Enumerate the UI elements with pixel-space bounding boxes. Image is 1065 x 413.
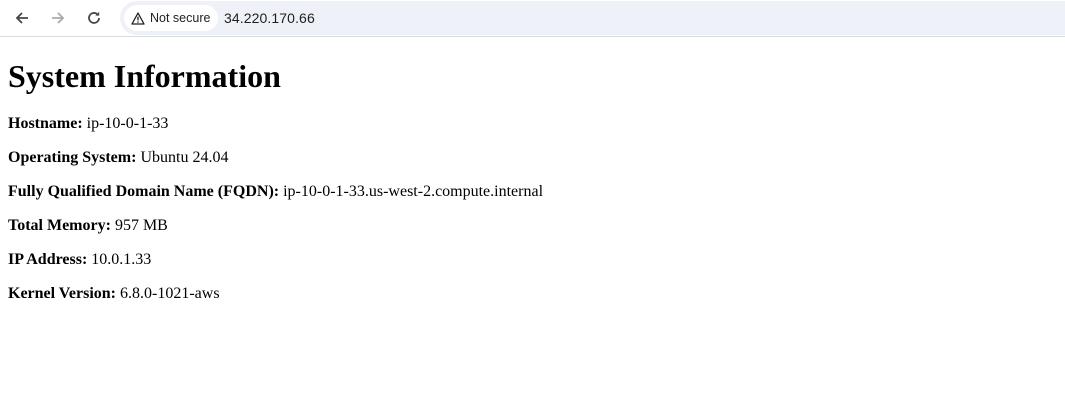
- fqdn-row: Fully Qualified Domain Name (FQDN): ip-1…: [8, 182, 1057, 201]
- field-value: 6.8.0-1021-aws: [120, 284, 220, 302]
- browser-toolbar: Not secure 34.220.170.66: [0, 0, 1065, 37]
- address-bar[interactable]: Not secure 34.220.170.66: [120, 1, 1065, 35]
- back-button[interactable]: [8, 4, 36, 32]
- total-memory-row: Total Memory: 957 MB: [8, 216, 1057, 235]
- ip-address-row: IP Address: 10.0.1.33: [8, 250, 1057, 269]
- field-value: ip-10-0-1-33: [86, 114, 169, 132]
- url-text[interactable]: 34.220.170.66: [224, 10, 315, 26]
- field-label: Kernel Version:: [8, 284, 116, 302]
- field-value: 957 MB: [114, 216, 168, 234]
- reload-button[interactable]: [80, 4, 108, 32]
- reload-icon: [88, 11, 100, 24]
- kernel-version-row: Kernel Version: 6.8.0-1021-aws: [8, 284, 1057, 303]
- field-label: Operating System:: [8, 148, 137, 166]
- field-label: Total Memory:: [8, 216, 111, 234]
- field-label: IP Address:: [8, 250, 88, 268]
- field-label: Fully Qualified Domain Name (FQDN):: [8, 182, 280, 200]
- page-title: System Information: [8, 58, 281, 94]
- forward-button[interactable]: [44, 4, 72, 32]
- hostname-row: Hostname: ip-10-0-1-33: [8, 114, 1057, 133]
- field-value: 10.0.1.33: [91, 250, 152, 268]
- arrow-right-icon: [52, 12, 65, 24]
- security-indicator[interactable]: Not secure: [124, 5, 219, 31]
- page-content: System Information Hostname: ip-10-0-1-3…: [0, 58, 1065, 303]
- field-label: Hostname:: [8, 114, 83, 132]
- security-label: Not secure: [150, 11, 211, 25]
- arrow-left-icon: [15, 12, 28, 24]
- operating-system-row: Operating System: Ubuntu 24.04: [8, 148, 1057, 167]
- field-value: ip-10-0-1-33.us-west-2.compute.internal: [283, 182, 544, 200]
- warning-triangle-icon: [131, 11, 145, 25]
- field-value: Ubuntu 24.04: [140, 148, 229, 166]
